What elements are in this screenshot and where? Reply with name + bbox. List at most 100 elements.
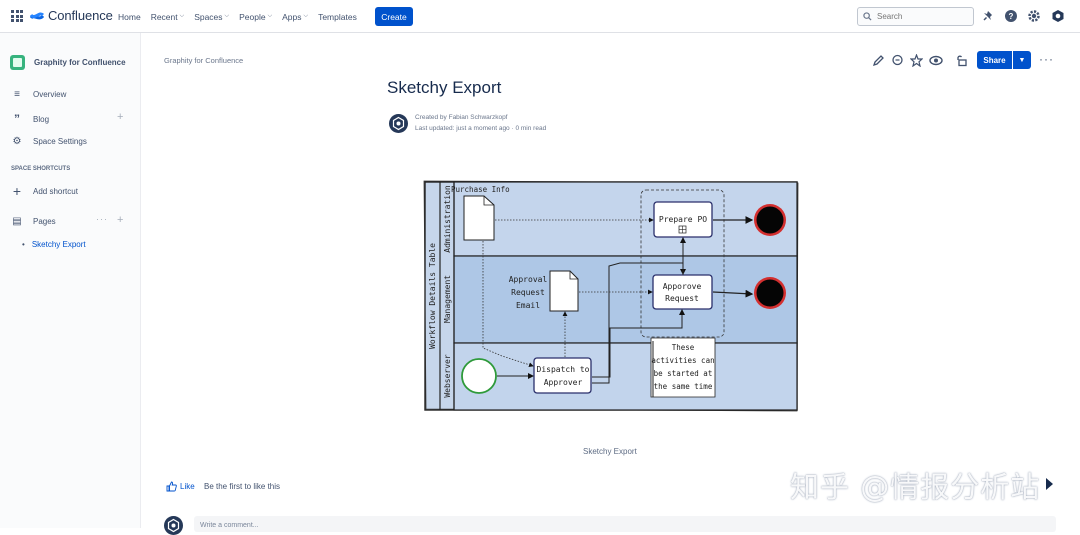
- edit-pencil-icon[interactable]: [872, 54, 885, 67]
- lane-management: [453, 255, 798, 344]
- more-actions-icon[interactable]: ···: [1039, 52, 1054, 66]
- comment-area: Write a comment...: [164, 512, 1056, 535]
- sidebar-item-overview[interactable]: ≡ Overview: [11, 89, 66, 100]
- comment-input[interactable]: Write a comment...: [194, 516, 1056, 532]
- approve-request-task[interactable]: [652, 274, 713, 310]
- svg-text:?: ?: [1009, 12, 1014, 21]
- created-by: Created by Fabian Schwarzkopf: [415, 114, 508, 121]
- sidebar-item-label: Add shortcut: [33, 186, 78, 196]
- create-button[interactable]: Create: [375, 7, 413, 26]
- last-updated: Last updated: just a moment ago: [415, 125, 510, 132]
- shortcuts-heading: SPACE SHORTCUTS: [11, 166, 71, 172]
- note-line-2: activities can: [651, 356, 714, 365]
- approval-email-label-2: Request: [511, 288, 545, 297]
- thumbs-up-icon: [166, 481, 177, 492]
- lane-label-management: Management: [443, 275, 452, 323]
- start-event[interactable]: [461, 358, 497, 394]
- nav-people[interactable]: People ⌵: [239, 12, 272, 22]
- app-switcher-icon[interactable]: [11, 10, 23, 22]
- nav-home[interactable]: Home: [118, 12, 141, 22]
- space-name: Graphity for Confluence: [34, 58, 126, 67]
- add-shortcut-link[interactable]: + Add shortcut: [11, 183, 78, 199]
- search-input[interactable]: [877, 12, 967, 21]
- confluence-logo[interactable]: Confluence: [30, 8, 113, 23]
- watermark-text: 知乎 @情报分析站: [790, 470, 1041, 504]
- comment-icon[interactable]: [891, 54, 904, 67]
- author-avatar[interactable]: [389, 113, 408, 133]
- nav-templates-label: Templates: [318, 11, 357, 22]
- settings-gear-icon[interactable]: [1027, 9, 1041, 23]
- search-box[interactable]: [857, 7, 974, 26]
- bullet-icon: •: [22, 240, 25, 249]
- end-event-fill: [756, 206, 784, 234]
- purchase-info-label: Purchase Info: [451, 185, 510, 194]
- approval-email-label-3: Email: [516, 301, 540, 310]
- chevron-down-icon: ⌵: [224, 13, 230, 19]
- overview-icon: ≡: [14, 89, 20, 100]
- sidebar-item-blog[interactable]: ” Blog: [11, 112, 49, 126]
- help-icon[interactable]: ?: [1004, 9, 1018, 23]
- table-title: Workflow Details Table: [428, 243, 437, 349]
- share-dropdown[interactable]: ▼: [1013, 51, 1031, 69]
- dispatch-label-2: Approver: [544, 378, 583, 387]
- sketchy-workflow-diagram[interactable]: Workflow Details Table Administration Ma…: [420, 178, 800, 414]
- nav-spaces-label: Spaces: [194, 11, 223, 22]
- confluence-logo-icon: [30, 12, 44, 19]
- gear-icon: ⚙: [12, 136, 22, 147]
- quote-icon: ”: [14, 112, 20, 126]
- end-event-fill: [756, 279, 784, 307]
- sidebar-item-pages[interactable]: ▤ Pages: [11, 216, 55, 227]
- add-blog-icon[interactable]: +: [117, 111, 123, 123]
- share-button[interactable]: Share: [977, 51, 1012, 69]
- like-hint: Be the first to like this: [204, 482, 281, 491]
- create-page-icon[interactable]: +: [117, 214, 123, 226]
- primary-nav: Home Recent ⌵ Spaces ⌵ People ⌵ Apps ⌵ Templ…: [118, 0, 367, 33]
- byline: Created by Fabian Schwarzkopf Last updat…: [389, 112, 546, 134]
- note-line-3: be started at: [654, 369, 713, 378]
- star-icon[interactable]: [910, 54, 923, 67]
- breadcrumb[interactable]: Graphity for Confluence: [164, 56, 243, 65]
- nav-spaces[interactable]: Spaces ⌵: [194, 12, 229, 22]
- nav-templates[interactable]: Templates: [318, 12, 357, 22]
- page-title: Sketchy Export: [387, 78, 502, 97]
- page-tree-item[interactable]: • Sketchy Export: [22, 240, 86, 249]
- collapse-arrow-icon[interactable]: [1046, 478, 1053, 490]
- lane-label-administration: Administration: [443, 185, 452, 253]
- chevron-down-icon: ⌵: [267, 13, 273, 19]
- note-line-4: the same time: [654, 382, 713, 391]
- current-user-avatar: [164, 516, 183, 535]
- plus-icon: +: [12, 183, 22, 199]
- chevron-down-icon: ⌵: [303, 13, 309, 19]
- watch-eye-icon[interactable]: [929, 54, 943, 67]
- page-tree-item-label: Sketchy Export: [31, 240, 86, 249]
- note-line-1: These: [672, 343, 695, 352]
- lane-label-webserver: Webserver: [443, 354, 452, 398]
- more-options-icon[interactable]: ···: [96, 214, 108, 224]
- purchase-info-document[interactable]: [463, 195, 495, 241]
- like-button[interactable]: Like: [166, 481, 195, 492]
- search-icon: [863, 12, 872, 21]
- space-header[interactable]: Graphity for Confluence: [10, 55, 126, 70]
- sidebar-item-label: Overview: [33, 90, 67, 99]
- unlock-icon[interactable]: [955, 54, 968, 67]
- approve-request-label-2: Request: [665, 294, 699, 303]
- nav-apps[interactable]: Apps ⌵: [282, 12, 308, 22]
- dispatch-task[interactable]: [533, 357, 592, 394]
- pages-icon: ▤: [12, 216, 22, 227]
- nav-recent-label: Recent: [150, 11, 178, 22]
- read-time: 0 min read: [515, 125, 547, 132]
- profile-avatar-icon[interactable]: [1051, 9, 1065, 23]
- prepare-po-label: Prepare PO: [659, 215, 707, 224]
- dispatch-label-1: Dispatch to: [537, 365, 590, 374]
- sidebar-item-space-settings[interactable]: ⚙ Space Settings: [11, 136, 87, 147]
- nav-people-label: People: [239, 11, 266, 22]
- nav-recent[interactable]: Recent ⌵: [151, 12, 185, 22]
- sidebar-item-label: Space Settings: [33, 137, 87, 146]
- notifications-icon[interactable]: [981, 9, 995, 23]
- app-name: Confluence: [48, 8, 113, 23]
- sidebar-item-label: Blog: [33, 114, 50, 124]
- space-sidebar: Graphity for Confluence ≡ Overview ” Blo…: [0, 33, 141, 528]
- approval-email-label-1: Approval: [509, 275, 548, 284]
- top-navigation: Confluence Home Recent ⌵ Spaces ⌵ People ⌵ …: [0, 0, 1080, 33]
- approval-email-document[interactable]: [549, 270, 579, 312]
